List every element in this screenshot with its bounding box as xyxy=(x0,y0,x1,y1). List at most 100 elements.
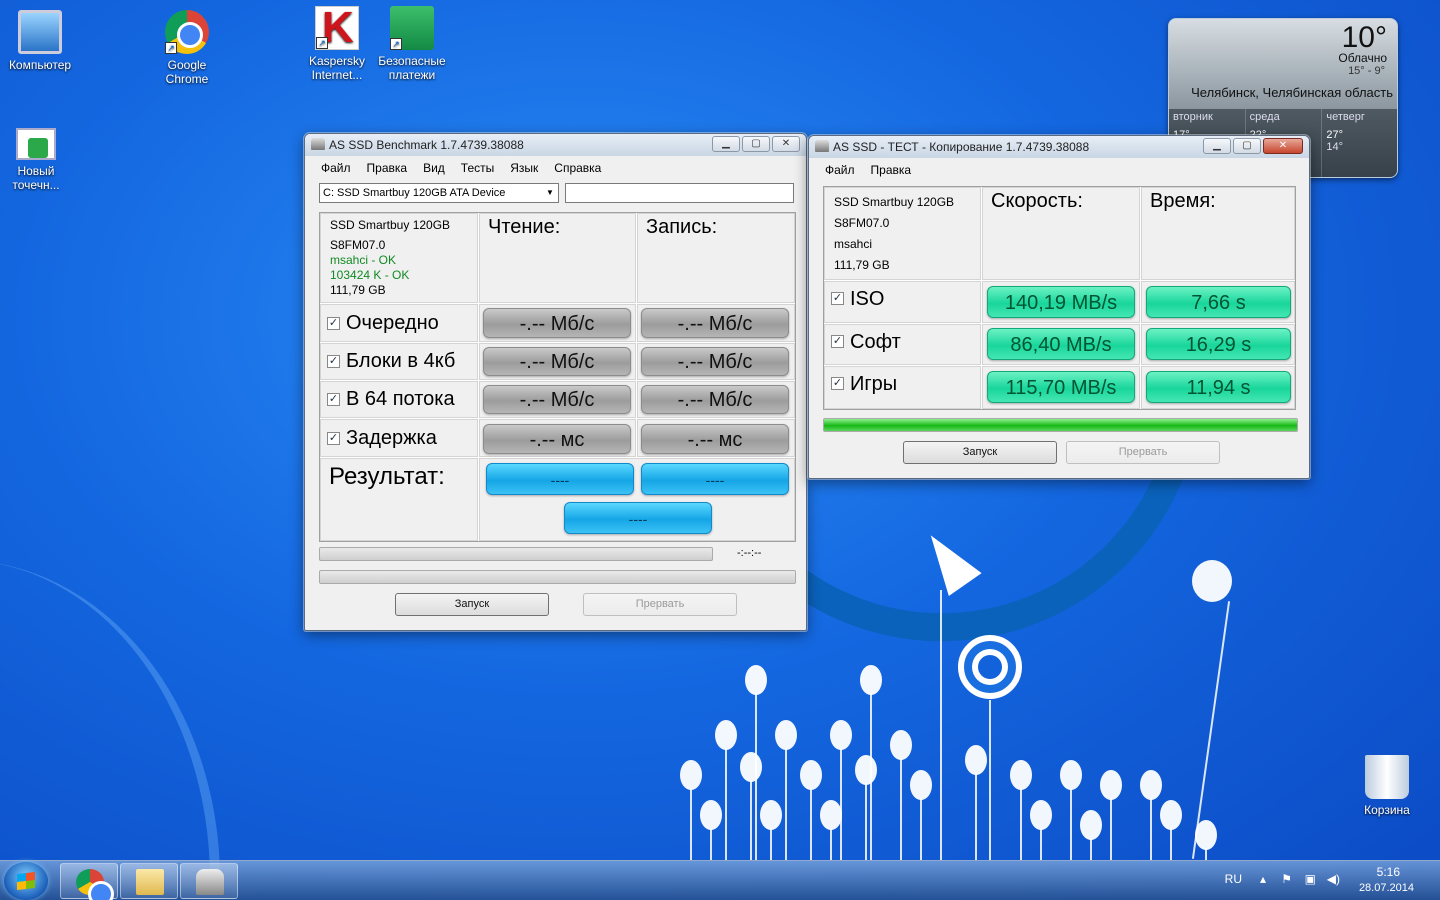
menu-language[interactable]: Язык xyxy=(502,158,546,178)
wallpaper-stem xyxy=(840,748,842,860)
recycle-bin-icon xyxy=(1365,755,1409,799)
desktop-icon-label: Компьютер xyxy=(8,58,72,72)
copy-test-window[interactable]: AS SSD - ТЕСТ - Копирование 1.7.4739.380… xyxy=(808,135,1310,479)
speed-cell: 140,19 MB/s xyxy=(982,281,1140,323)
checkbox-games[interactable]: ✓ xyxy=(831,377,844,390)
menu-view[interactable]: Вид xyxy=(415,158,453,178)
wallpaper-flower xyxy=(740,752,762,782)
copy-label: Игры xyxy=(850,373,898,395)
weather-city: Челябинск, Челябинская область xyxy=(1191,85,1393,100)
device-driver: msahci xyxy=(834,237,873,251)
copy-titlebar[interactable]: AS SSD - ТЕСТ - Копирование 1.7.4739.380… xyxy=(809,136,1309,158)
checkbox-software[interactable]: ✓ xyxy=(831,335,844,348)
maximize-button[interactable]: ▢ xyxy=(742,136,770,152)
desktop-icon-safe-payments[interactable]: ↗ Безопасные платежи xyxy=(372,6,452,82)
test-row-4k: ✓ Блоки в 4кб xyxy=(320,343,478,380)
benchmark-window[interactable]: AS SSD Benchmark 1.7.4739.38088 ▁ ▢ ✕ Фа… xyxy=(304,133,807,631)
wallpaper-flower xyxy=(855,755,877,785)
wallpaper-flower xyxy=(700,800,722,830)
drive-info-field[interactable] xyxy=(565,183,794,203)
clock-date[interactable]: 28.07.2014 xyxy=(1359,882,1414,894)
checkbox-access[interactable]: ✓ xyxy=(327,431,340,445)
forecast-day-name: четверг xyxy=(1326,111,1365,123)
clock-time[interactable]: 5:16 xyxy=(1377,865,1400,879)
menu-edit[interactable]: Правка xyxy=(359,158,416,178)
time-cell: 7,66 s xyxy=(1141,281,1295,323)
start-button[interactable]: Запуск xyxy=(903,441,1057,464)
start-button[interactable]: Запуск xyxy=(395,593,549,616)
taskbar-explorer[interactable] xyxy=(120,863,178,899)
result-read: ---- xyxy=(486,463,634,495)
test-row-access: ✓ Задержка xyxy=(320,419,478,457)
write-value: -.-- мс xyxy=(641,424,789,454)
wallpaper-flower xyxy=(1192,560,1232,602)
read-value: -.-- мс xyxy=(483,424,631,454)
taskbar-chrome[interactable] xyxy=(60,863,118,900)
menu-tests[interactable]: Тесты xyxy=(453,158,502,178)
write-value: -.-- Мб/с xyxy=(641,308,789,338)
copy-label: ISO xyxy=(850,288,885,310)
checkbox-iso[interactable]: ✓ xyxy=(831,292,844,305)
menu-help[interactable]: Справка xyxy=(546,158,609,178)
drive-select[interactable]: C: SSD Smartbuy 120GB ATA Device ▼ xyxy=(319,183,559,203)
start-button[interactable] xyxy=(4,862,48,900)
copy-label: Софт xyxy=(850,331,901,353)
write-header: Запись: xyxy=(637,213,795,303)
benchmark-titlebar[interactable]: AS SSD Benchmark 1.7.4739.38088 ▁ ▢ ✕ xyxy=(305,134,806,156)
volume-icon[interactable]: ◀) xyxy=(1327,872,1340,886)
minimize-button[interactable]: ▁ xyxy=(712,136,740,152)
wallpaper-flower xyxy=(1100,770,1122,800)
device-model: SSD Smartbuy 120GB xyxy=(330,218,451,232)
chevron-up-icon[interactable]: ▴ xyxy=(1260,872,1266,886)
result-total: ---- xyxy=(564,502,712,534)
wallpaper-stem xyxy=(1205,848,1207,860)
payment-card-icon: ↗ xyxy=(390,6,434,50)
action-center-flag-icon[interactable]: ⚑ xyxy=(1281,872,1292,886)
desktop-icon-chrome[interactable]: ↗ Google Chrome xyxy=(147,10,227,86)
read-cell: -.-- мс xyxy=(479,419,636,457)
close-button[interactable]: ✕ xyxy=(1263,138,1303,154)
taskbar-as-ssd[interactable] xyxy=(180,863,238,899)
desktop-icon-computer[interactable]: Компьютер xyxy=(0,10,80,72)
abort-button[interactable]: Прервать xyxy=(583,593,737,616)
device-size: 111,79 GB xyxy=(834,258,890,272)
checkbox-64thrd[interactable]: ✓ xyxy=(327,393,340,406)
wallpaper-flower xyxy=(890,730,912,760)
desktop-icon-recycle-bin[interactable]: Корзина xyxy=(1347,755,1427,817)
desktop-icon-new-point[interactable]: Новый точечн... xyxy=(0,128,76,192)
wallpaper-stem xyxy=(940,590,942,860)
menu-file[interactable]: Файл xyxy=(817,160,863,180)
desktop-icon-kaspersky[interactable]: ↗ Kaspersky Internet... xyxy=(297,3,377,82)
read-cell: -.-- Мб/с xyxy=(479,343,636,380)
forecast-day-low: 14° xyxy=(1326,141,1343,153)
folder-icon xyxy=(136,869,164,895)
network-icon[interactable]: ▣ xyxy=(1305,872,1316,886)
copy-grid: SSD Smartbuy 120GB S8FM07.0 msahci 111,7… xyxy=(823,186,1296,410)
wallpaper-stem xyxy=(1170,828,1172,860)
device-info: SSD Smartbuy 120GB S8FM07.0 msahci 111,7… xyxy=(824,187,981,280)
maximize-button[interactable]: ▢ xyxy=(1233,138,1261,154)
device-alignment: 103424 K - OK xyxy=(330,268,410,282)
checkbox-seq[interactable]: ✓ xyxy=(327,316,340,330)
language-indicator[interactable]: RU xyxy=(1225,872,1242,886)
checkbox-4k[interactable]: ✓ xyxy=(327,355,340,368)
device-firmware: S8FM07.0 xyxy=(834,216,890,230)
speed-value: 115,70 MB/s xyxy=(987,371,1135,403)
menu-edit[interactable]: Правка xyxy=(863,160,920,180)
menu-file[interactable]: Файл xyxy=(313,158,359,178)
test-label: Очередно xyxy=(346,311,439,334)
minimize-button[interactable]: ▁ xyxy=(1203,138,1231,154)
wallpaper-stem xyxy=(1070,788,1072,860)
close-button[interactable]: ✕ xyxy=(772,136,800,152)
chevron-down-icon: ▼ xyxy=(546,188,554,197)
wallpaper-flower xyxy=(820,800,842,830)
read-value: -.-- Мб/с xyxy=(483,385,631,414)
chrome-icon: ↗ xyxy=(165,10,209,54)
result-cell: ---- ---- ---- xyxy=(479,458,795,541)
wallpaper-flower xyxy=(1160,800,1182,830)
write-cell: -.-- Мб/с xyxy=(637,381,795,418)
wallpaper-stem xyxy=(750,780,752,860)
device-info: SSD Smartbuy 120GB S8FM07.0 msahci - OK … xyxy=(320,213,478,303)
benchmark-grid: SSD Smartbuy 120GB S8FM07.0 msahci - OK … xyxy=(319,212,796,542)
abort-button[interactable]: Прервать xyxy=(1066,441,1220,464)
